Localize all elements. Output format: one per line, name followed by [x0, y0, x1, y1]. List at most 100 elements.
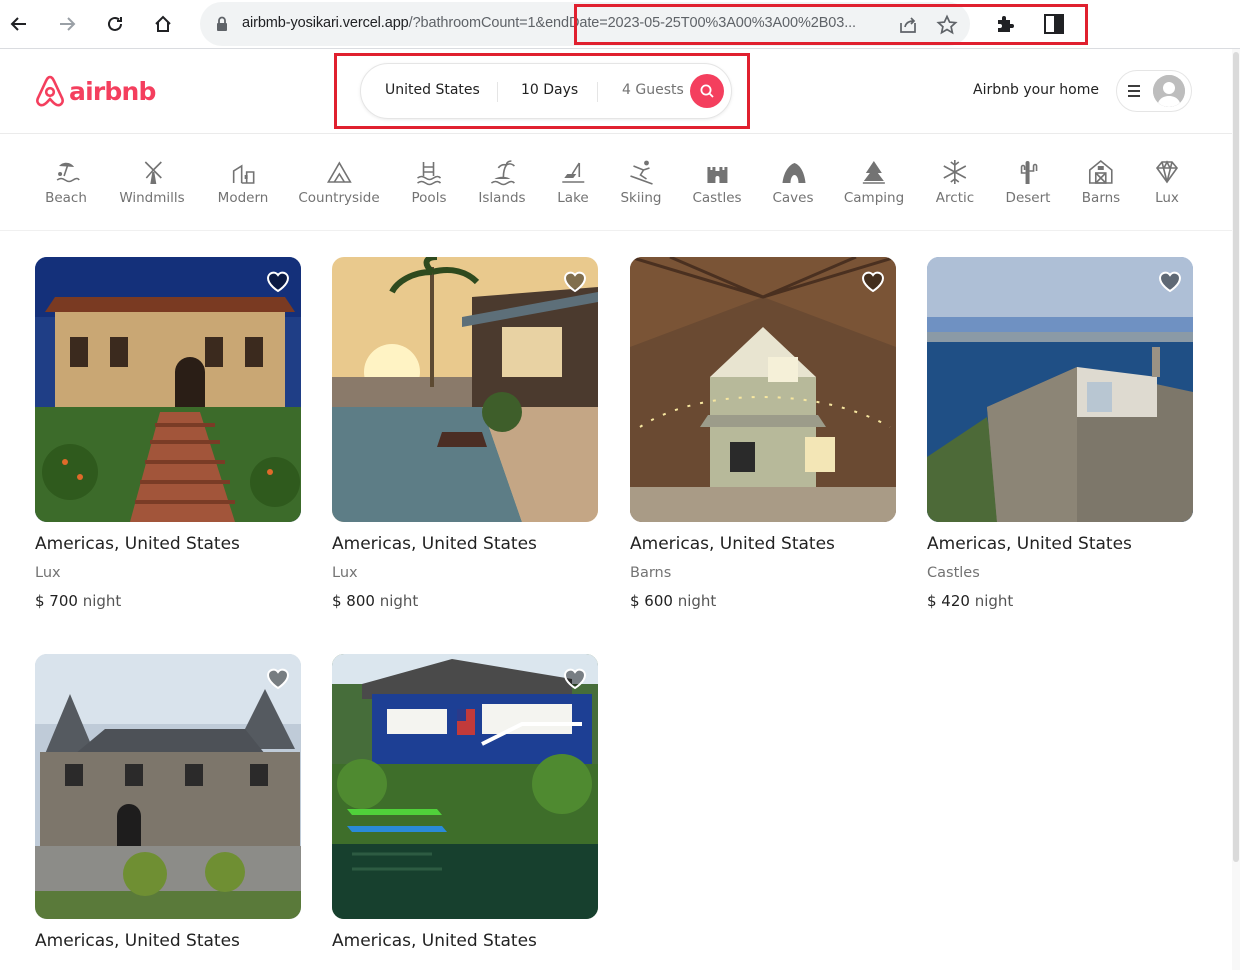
price-unit: night — [974, 592, 1014, 610]
barn-icon — [1089, 159, 1113, 184]
listing-price: $ 800 night — [332, 592, 598, 610]
address-bar[interactable]: airbmb-yosikari.vercel.app/?bathroomCoun… — [200, 2, 1088, 46]
windmill-icon — [144, 161, 162, 184]
category-label: Countryside — [298, 190, 380, 206]
category-label: Barns — [1081, 190, 1121, 206]
extensions-puzzle-icon[interactable] — [994, 12, 1018, 36]
castle-icon — [707, 167, 727, 183]
home-button[interactable] — [149, 10, 177, 38]
island-icon — [490, 160, 515, 186]
logo-text: airbnb — [69, 76, 156, 106]
category-caves[interactable]: Caves — [772, 158, 814, 206]
listing-image — [927, 257, 1193, 522]
listing-category: Castles — [927, 565, 980, 581]
category-barns[interactable]: Barns — [1082, 158, 1120, 206]
price-unit: night — [379, 592, 419, 610]
favorite-heart-icon[interactable] — [562, 269, 588, 293]
listing-photo[interactable] — [927, 257, 1193, 522]
pool-icon — [417, 162, 442, 186]
listing-card[interactable]: Americas, United States Castles $ 420 nigh… — [927, 257, 1193, 610]
search-divider — [497, 82, 498, 102]
hamburger-menu-icon — [1128, 85, 1140, 97]
category-countryside[interactable]: Countryside — [298, 158, 380, 206]
site-header: airbnb United States 10 Days 4 Guests Ai… — [0, 49, 1240, 134]
listing-photo[interactable] — [332, 654, 598, 919]
category-desert[interactable]: Desert — [1006, 158, 1050, 206]
side-panel-icon[interactable] — [1042, 12, 1066, 36]
favorite-heart-icon[interactable] — [562, 666, 588, 690]
favorite-heart-icon[interactable] — [265, 269, 291, 293]
back-arrow-icon — [10, 17, 26, 31]
category-bar: Beach Windmills Modern Countryside Pools… — [0, 134, 1232, 231]
url-host: airbmb-yosikari.vercel.app — [242, 15, 409, 31]
category-label: Castles — [692, 190, 742, 206]
home-icon — [155, 15, 171, 32]
price-unit: night — [82, 592, 122, 610]
user-menu-button[interactable] — [1116, 70, 1192, 112]
category-beach[interactable]: Beach — [45, 158, 87, 206]
cave-icon — [782, 163, 805, 183]
listing-location: Americas, United States — [332, 534, 537, 554]
category-label: Caves — [772, 190, 814, 206]
category-castles[interactable]: Castles — [692, 158, 742, 206]
airbnb-logo[interactable]: airbnb — [34, 74, 156, 108]
listing-photo[interactable] — [332, 257, 598, 522]
listing-card[interactable]: Americas, United States — [332, 654, 598, 951]
search-button[interactable] — [690, 74, 724, 108]
avatar — [1153, 75, 1185, 107]
favorite-heart-icon[interactable] — [860, 269, 886, 293]
listing-image — [630, 257, 896, 522]
scrollbar-thumb[interactable] — [1233, 52, 1239, 862]
lake-icon — [562, 162, 584, 183]
skiing-icon — [629, 160, 653, 185]
category-arctic[interactable]: Arctic — [936, 158, 974, 206]
reload-button[interactable] — [101, 10, 129, 38]
search-location[interactable]: United States — [385, 82, 480, 98]
listing-location: Americas, United States — [332, 931, 537, 951]
category-label: Windmills — [119, 190, 185, 206]
listing-category: Lux — [332, 565, 358, 581]
category-lake[interactable]: Lake — [557, 158, 589, 206]
search-bar[interactable]: United States 10 Days 4 Guests — [360, 63, 732, 119]
listing-location: Americas, United States — [630, 534, 835, 554]
favorite-heart-icon[interactable] — [265, 666, 291, 690]
category-windmills[interactable]: Windmills — [119, 158, 185, 206]
bookmark-star-icon[interactable] — [936, 14, 958, 36]
category-camping[interactable]: Camping — [844, 158, 904, 206]
listing-price: $ 600 night — [630, 592, 896, 610]
listing-card[interactable]: Americas, United States Lux $ 700 night — [35, 257, 301, 610]
mountain-icon — [326, 161, 352, 183]
listing-card[interactable]: Americas, United States Barns $ 600 night — [630, 257, 896, 610]
listing-card[interactable]: Americas, United States Lux $ 800 night — [332, 257, 598, 610]
host-home-link[interactable]: Airbnb your home — [973, 82, 1099, 98]
forward-button[interactable] — [53, 10, 81, 38]
listing-price: $ 700 night — [35, 592, 301, 610]
search-duration[interactable]: 10 Days — [521, 82, 578, 98]
category-lux[interactable]: Lux — [1153, 158, 1181, 206]
snowflake-icon — [943, 160, 967, 184]
listing-card[interactable]: Americas, United States — [35, 654, 301, 951]
airbnb-belo-icon — [36, 75, 64, 107]
listing-category: Barns — [630, 565, 672, 581]
modern-icon — [233, 164, 255, 184]
category-label: Pools — [411, 190, 447, 206]
listing-photo[interactable] — [35, 257, 301, 522]
price-amount: $ 420 — [927, 592, 970, 610]
favorite-heart-icon[interactable] — [1157, 269, 1183, 293]
category-label: Islands — [478, 190, 526, 206]
reload-icon — [108, 16, 122, 31]
share-icon[interactable] — [897, 14, 919, 36]
diamond-icon — [1155, 160, 1179, 184]
search-guests[interactable]: 4 Guests — [622, 82, 684, 98]
category-pools[interactable]: Pools — [411, 158, 447, 206]
listing-photo[interactable] — [630, 257, 896, 522]
category-skiing[interactable]: Skiing — [620, 158, 662, 206]
category-islands[interactable]: Islands — [478, 158, 526, 206]
listing-photo[interactable] — [35, 654, 301, 919]
category-label: Arctic — [935, 190, 975, 206]
listing-location: Americas, United States — [927, 534, 1132, 554]
category-label: Lux — [1155, 190, 1179, 206]
camping-icon — [862, 161, 885, 184]
back-button[interactable] — [5, 10, 33, 38]
category-modern[interactable]: Modern — [218, 158, 268, 206]
